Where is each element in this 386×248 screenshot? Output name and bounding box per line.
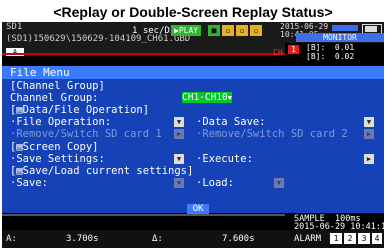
play-arrow-icon: ▶ [366, 155, 372, 163]
record-icon: ■ [208, 25, 220, 36]
chevron-down-icon: ▼ [227, 94, 232, 102]
cursor-a-label: A: [6, 234, 17, 244]
play-arrow-icon: ▶ [366, 130, 372, 138]
play-arrow-icon: ▶ [176, 130, 182, 138]
remove-sd2-button[interactable]: ▶ [364, 129, 374, 139]
cursor-delta-value: 7.600s [222, 234, 255, 244]
menu-title: File Menu [2, 66, 384, 79]
waveform-trace [2, 53, 285, 55]
alarm-indicator-1: 1 [330, 233, 342, 244]
channel-group-select[interactable]: CH1-CH10▼ [182, 92, 232, 103]
data-save-label: ·Data Save: [196, 116, 266, 128]
logger-screen: SD1 (SD1)150629\150629-104109_CH61.GBD 1… [2, 22, 384, 248]
sd-card-icon: ▫ [222, 25, 234, 36]
channel-group-header: [Channel Group] [10, 80, 105, 92]
usb-icon: ▫ [236, 25, 248, 36]
chevron-down-icon: ▼ [276, 179, 282, 187]
file-operation-label: ·File Operation: [10, 116, 112, 128]
ok-button[interactable]: OK [187, 204, 209, 214]
save-settings-dropdown[interactable]: ▼ [174, 154, 184, 164]
sample-info: SAMPLE 100ms 2015-06-29 10:41:1 [294, 215, 384, 232]
alarm-indicator-2: 2 [344, 233, 356, 244]
load-dropdown[interactable]: ▼ [274, 178, 284, 188]
monitor-title: MONITOR [296, 33, 384, 42]
play-badge: ▶PLAY [171, 25, 202, 36]
chevron-down-icon: ▼ [176, 179, 182, 187]
chevron-down-icon: ▼ [366, 118, 372, 126]
alarm-label: ALARM [294, 234, 322, 244]
channel-group-value: CH1-CH10 [182, 92, 228, 103]
execute-label: ·Execute: [196, 153, 253, 165]
execute-button[interactable]: ▶ [364, 154, 374, 164]
alarm-indicator-4: 4 [372, 233, 382, 244]
play-label: PLAY [178, 26, 199, 35]
save-load-header: [▤Save/Load current settings] [10, 165, 194, 177]
data-file-header: [▤Data/File Operation] [10, 104, 150, 116]
chevron-down-icon: ▼ [176, 155, 182, 163]
load-label: ·Load: [196, 177, 234, 189]
channel-tag: CH [273, 48, 283, 57]
status-icons: ■ ▫ ▫ ▫ [208, 25, 262, 36]
cursor-delta-label: Δ: [152, 234, 163, 244]
sd-label: SD1 [6, 22, 23, 32]
remove-sd2-label: ·Remove/Switch SD card 2 [196, 128, 348, 140]
save-dropdown[interactable]: ▼ [174, 178, 184, 188]
channel-group-label: Channel Group: [10, 92, 99, 104]
remove-sd1-label: ·Remove/Switch SD card 1 [10, 128, 162, 140]
timeline-track [2, 214, 285, 216]
page-caption: <Replay or Double-Screen Replay Status> [53, 4, 333, 20]
monitor-panel: 1 [B]: 0.01 [B]: 0.02 [285, 43, 384, 63]
data-save-dropdown[interactable]: ▼ [364, 117, 374, 127]
screen-copy-header: [▤Screen Copy] [10, 141, 99, 153]
save-settings-label: ·Save Settings: [10, 153, 105, 165]
save-label: ·Save: [10, 177, 48, 189]
monitor-values: [B]: 0.01 [B]: 0.02 [306, 43, 355, 61]
chevron-down-icon: ▼ [176, 118, 182, 126]
file-operation-dropdown[interactable]: ▼ [174, 117, 184, 127]
cursor-a-value: 3.700s [66, 234, 99, 244]
alarm-indicator-3: 3 [358, 233, 370, 244]
signal-icon [332, 25, 358, 31]
cursor-bar: A: 3.700s Δ: 7.600s ALARM 1 2 3 4 [2, 230, 384, 248]
remove-sd1-button[interactable]: ▶ [174, 129, 184, 139]
lan-icon: ▫ [250, 25, 262, 36]
monitor-channel-number: 1 [288, 45, 299, 54]
file-menu: File Menu [Channel Group] Channel Group:… [2, 66, 384, 214]
